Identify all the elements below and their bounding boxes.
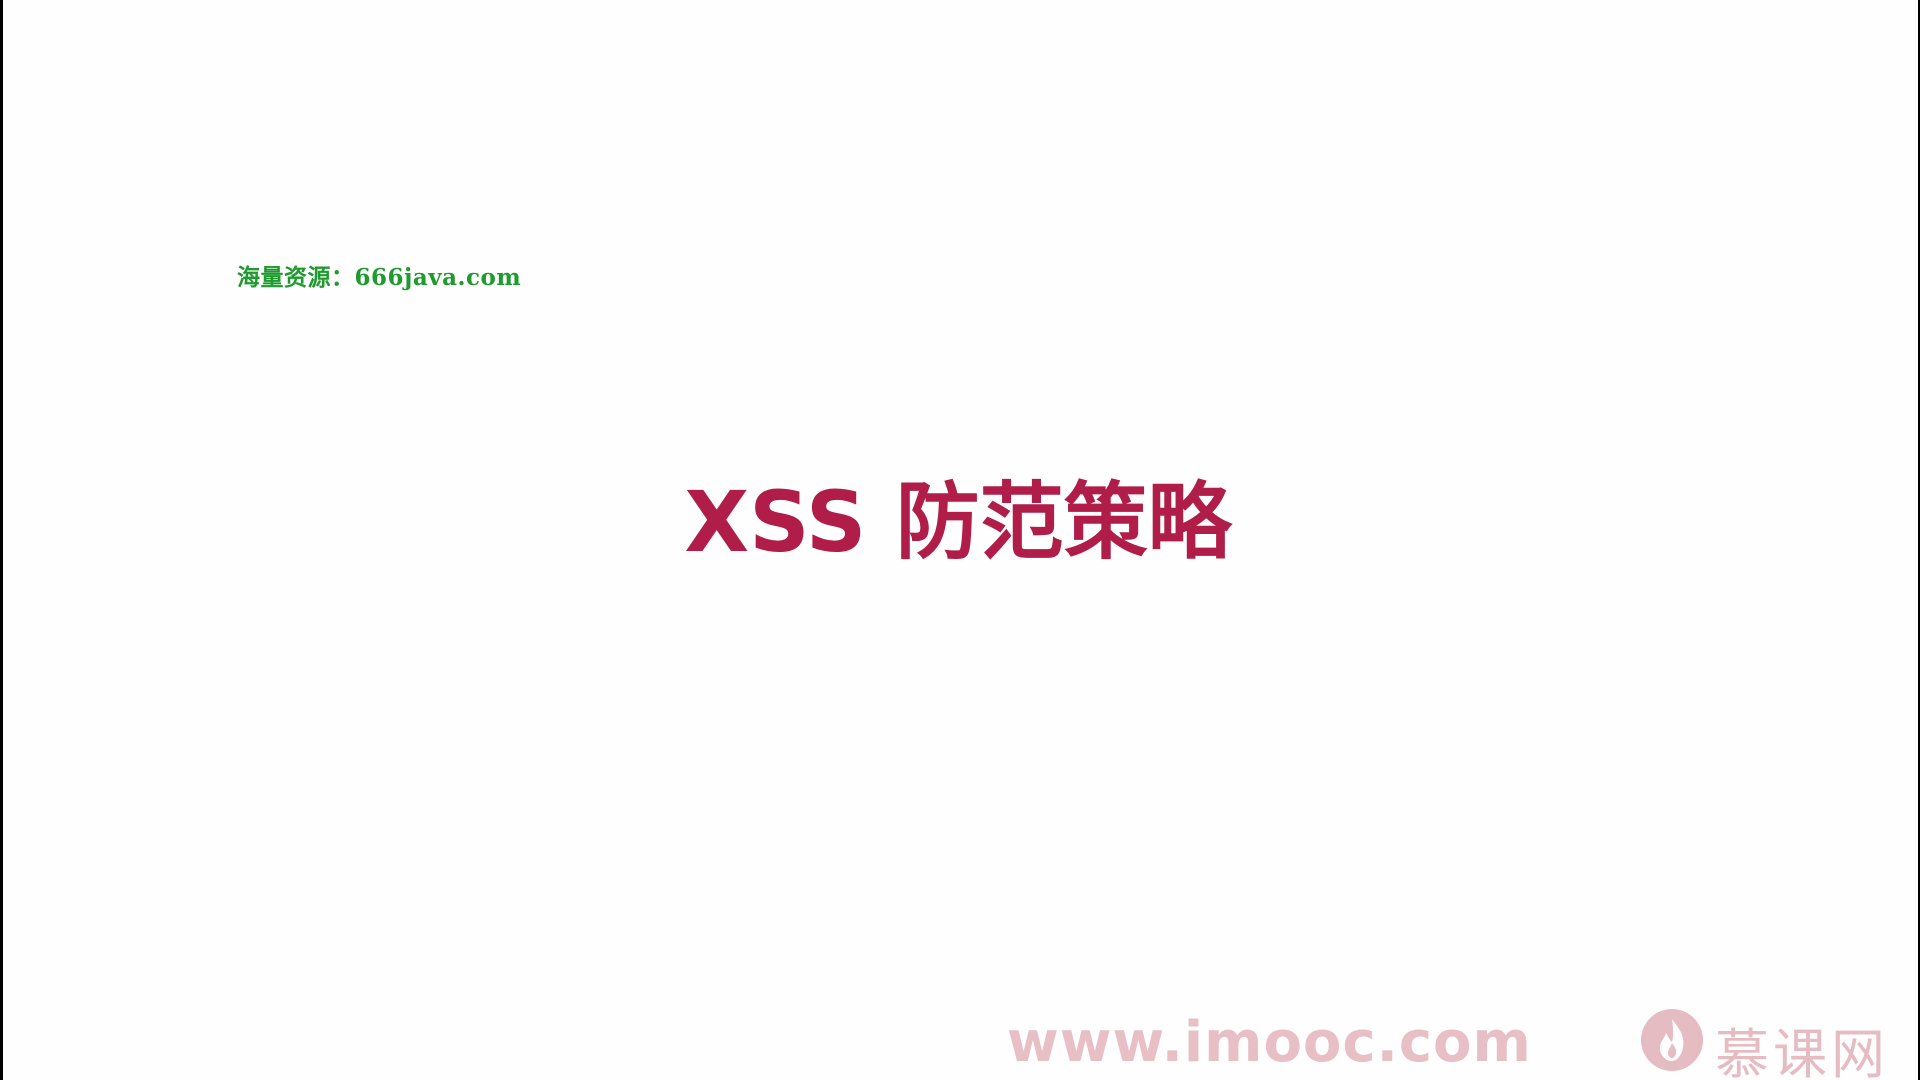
slide-canvas: 海量资源：666java.com XSS 防范策略 www.imooc.com … xyxy=(3,0,1918,1080)
watermark-brand: 慕课网 xyxy=(1715,1023,1889,1080)
imooc-flame-logo-icon xyxy=(1641,1009,1703,1071)
slide-title: XSS 防范策略 xyxy=(684,473,1232,571)
resource-note-text: 海量资源：666java.com xyxy=(237,264,522,291)
watermark-url: www.imooc.com xyxy=(1007,1010,1532,1075)
video-frame: 海量资源：666java.com XSS 防范策略 www.imooc.com … xyxy=(0,0,1920,1080)
